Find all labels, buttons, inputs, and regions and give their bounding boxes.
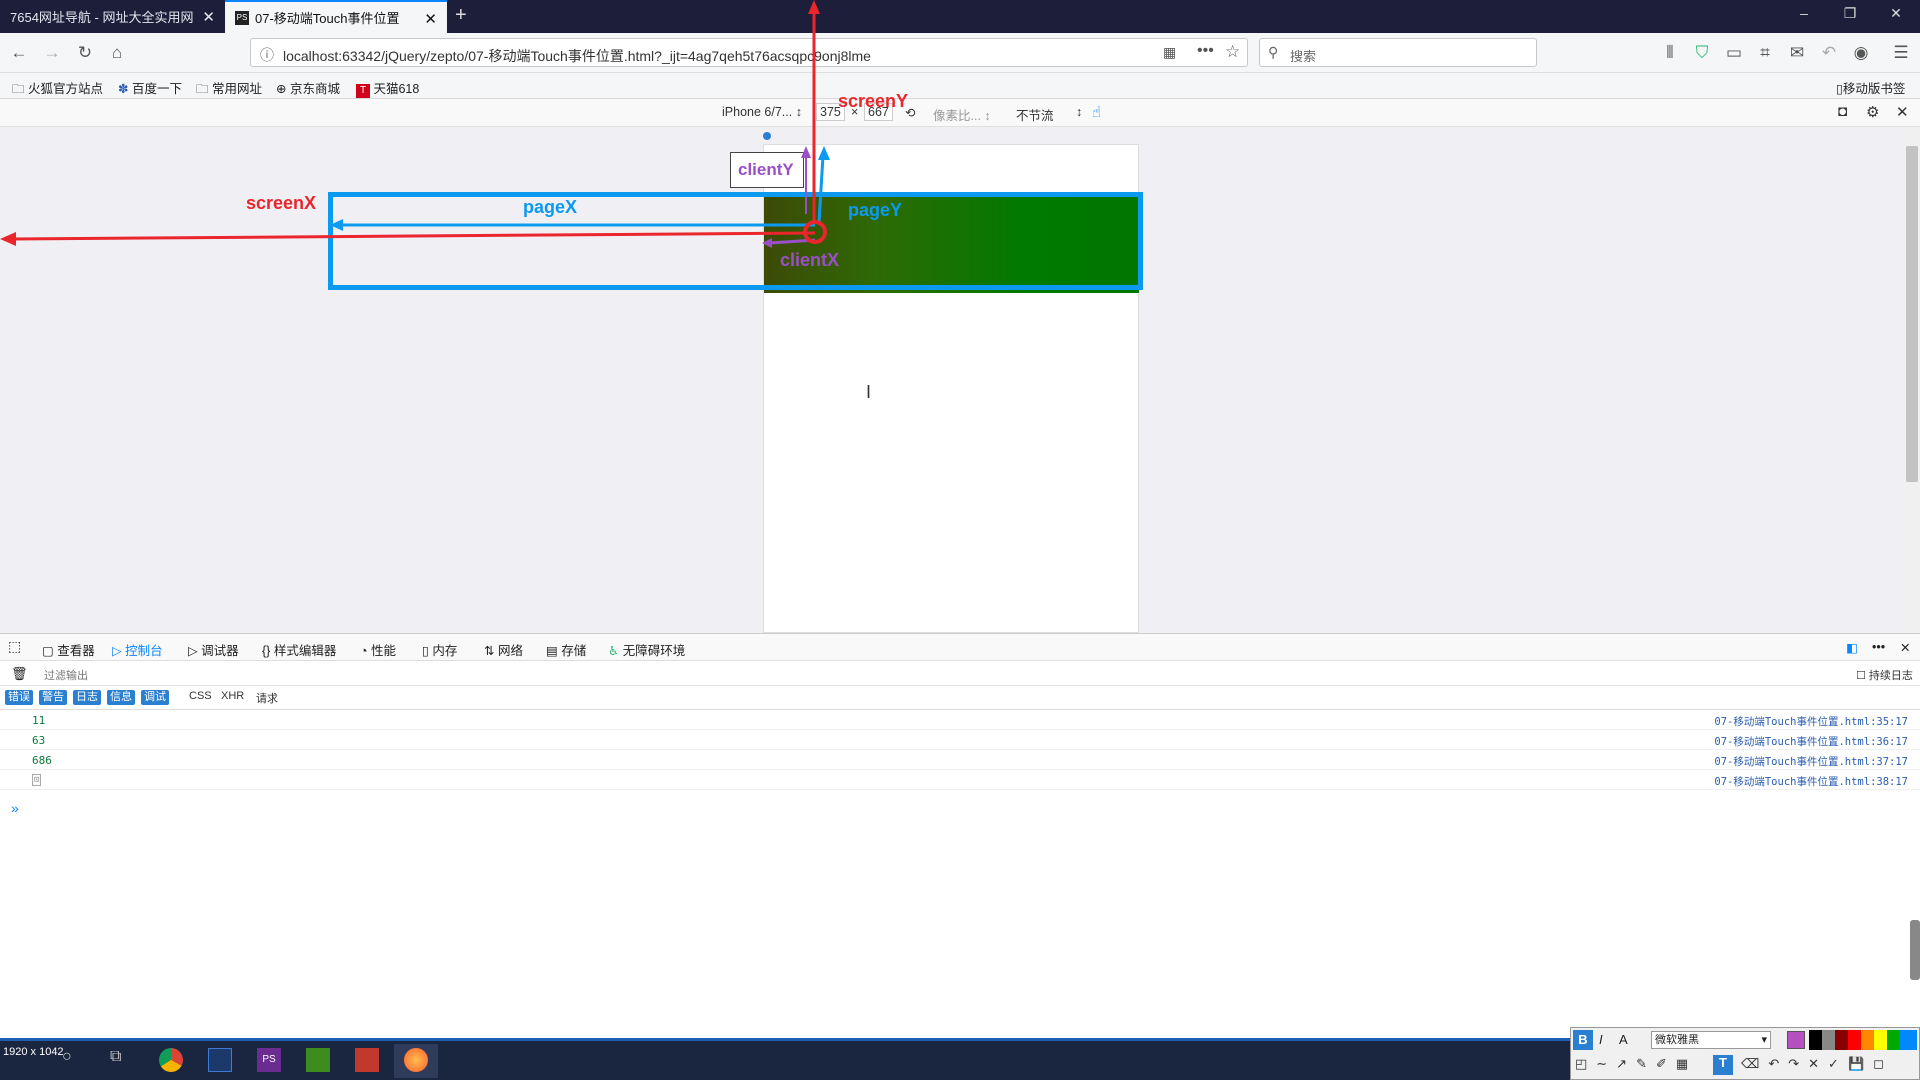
type-requests[interactable]: 请求 — [256, 690, 278, 706]
font-color-button[interactable]: A — [1619, 1032, 1628, 1047]
console-level-filters: 错误 警告 日志 信息 调试 CSS XHR 请求 — [0, 686, 1920, 710]
bold-button[interactable]: B — [1573, 1030, 1593, 1050]
current-color-swatch[interactable] — [1787, 1031, 1805, 1049]
log-source-link[interactable]: 07-移动端Touch事件位置.html:38:17 — [1714, 774, 1908, 789]
annotation-toolbar: B I A 微软雅黑 ▾ ◰∼↗✎✐▦ T ⌫↶↷✕✓💾◻ — [1570, 1027, 1920, 1080]
dock-icon[interactable]: ◧ — [1846, 640, 1858, 655]
pagey-arrowhead — [818, 146, 830, 160]
screeny-label: screenY — [838, 91, 909, 111]
text-tool-button[interactable]: T — [1713, 1055, 1733, 1075]
ps-app-icon[interactable] — [198, 1044, 242, 1078]
chrome-icon[interactable] — [149, 1044, 193, 1078]
type-css[interactable]: CSS — [189, 690, 212, 702]
tab-accessibility[interactable]: ♿ 无障碍环境 — [608, 640, 685, 659]
scrollbar-thumb[interactable] — [1906, 146, 1918, 482]
task-view-icon[interactable]: ⧉ — [110, 1048, 121, 1066]
level-info[interactable]: 信息 — [107, 690, 135, 705]
italic-button[interactable]: I — [1599, 1032, 1603, 1047]
close-devtools-icon[interactable]: ✕ — [1900, 640, 1910, 655]
devtools-tabs: ⬚ ▢ 查看器 ▷ 控制台 ▷ 调试器 {} 样式编辑器 ◔ 性能 ▯ 内存 ⇅… — [0, 634, 1920, 661]
log-value: 63 — [32, 734, 46, 747]
text-cursor-icon: I — [866, 382, 872, 402]
font-select[interactable]: 微软雅黑 ▾ — [1651, 1031, 1771, 1049]
tab-debugger[interactable]: ▷ 调试器 — [188, 640, 239, 659]
level-log[interactable]: 日志 — [73, 690, 101, 705]
persist-log-checkbox[interactable]: ☐ 持续日志 — [1856, 667, 1913, 683]
type-xhr[interactable]: XHR — [221, 690, 244, 702]
level-debug[interactable]: 调试 — [141, 690, 169, 705]
tab-performance[interactable]: ◔ 性能 — [360, 640, 396, 659]
pagey-label: pageY — [848, 200, 903, 220]
log-object-icon[interactable]: ⊡ — [32, 774, 42, 786]
paint-actions-row[interactable]: ⌫↶↷✕✓💾◻ — [1741, 1056, 1893, 1072]
more-options-icon[interactable]: ••• — [1872, 640, 1885, 654]
level-error[interactable]: 错误 — [5, 690, 33, 705]
tab-console[interactable]: ▷ 控制台 — [112, 640, 163, 659]
filter-input[interactable]: 过滤输出 — [44, 667, 88, 683]
screenx-arrow — [13, 231, 816, 241]
trash-icon[interactable]: 🗑 — [11, 666, 28, 682]
right-scroll-handle[interactable] — [1910, 920, 1920, 980]
log-value: 686 — [32, 754, 52, 767]
phpstorm-icon[interactable]: PS — [247, 1044, 291, 1078]
level-warn[interactable]: 警告 — [39, 690, 67, 705]
firefox-icon[interactable] — [394, 1044, 438, 1078]
camtasia-icon[interactable] — [296, 1044, 340, 1078]
picker-icon[interactable]: ⬚ — [8, 638, 21, 655]
handle-dot — [763, 132, 771, 140]
console-prompt[interactable]: » — [11, 800, 19, 816]
paint-tools-row[interactable]: ◰∼↗✎✐▦ — [1575, 1056, 1697, 1072]
log-value: 11 — [32, 714, 46, 727]
search-icon[interactable]: ○ — [62, 1048, 72, 1066]
pagex-label: pageX — [523, 197, 578, 217]
screenx-label: screenX — [246, 193, 317, 213]
screenx-arrowhead — [0, 232, 16, 246]
log-row: 63 07-移动端Touch事件位置.html:36:17 — [0, 730, 1920, 750]
color-palette[interactable] — [1809, 1030, 1917, 1050]
tab-storage[interactable]: ▤ 存储 — [546, 640, 586, 659]
console-filter-bar: 🗑 过滤输出 ☐ 持续日志 — [0, 661, 1920, 686]
log-row: 11 07-移动端Touch事件位置.html:35:17 — [0, 710, 1920, 730]
recorder-icon[interactable] — [345, 1044, 389, 1078]
pagex-arrowhead — [330, 219, 343, 231]
clienty-arrowhead — [801, 146, 811, 158]
tab-style-editor[interactable]: {} 样式编辑器 — [262, 640, 336, 659]
clientx-arrowhead — [762, 238, 772, 248]
log-row: 686 07-移动端Touch事件位置.html:37:17 — [0, 750, 1920, 770]
tab-inspector[interactable]: ▢ 查看器 — [42, 640, 95, 659]
screeny-arrowhead — [808, 0, 820, 14]
clientx-label: clientX — [780, 250, 840, 270]
tab-network[interactable]: ⇅ 网络 — [484, 640, 523, 659]
tab-memory[interactable]: ▯ 内存 — [422, 640, 457, 659]
log-source-link[interactable]: 07-移动端Touch事件位置.html:37:17 — [1714, 754, 1908, 769]
log-source-link[interactable]: 07-移动端Touch事件位置.html:35:17 — [1714, 714, 1908, 729]
log-row: ⊡ 07-移动端Touch事件位置.html:38:17 — [0, 770, 1920, 790]
pagey-arrow — [817, 155, 825, 223]
devtools-panel: ⬚ ▢ 查看器 ▷ 控制台 ▷ 调试器 {} 样式编辑器 ◔ 性能 ▯ 内存 ⇅… — [0, 633, 1920, 1040]
screen-size-readout: 1920 x 1042 — [3, 1046, 64, 1058]
log-source-link[interactable]: 07-移动端Touch事件位置.html:36:17 — [1714, 734, 1908, 749]
